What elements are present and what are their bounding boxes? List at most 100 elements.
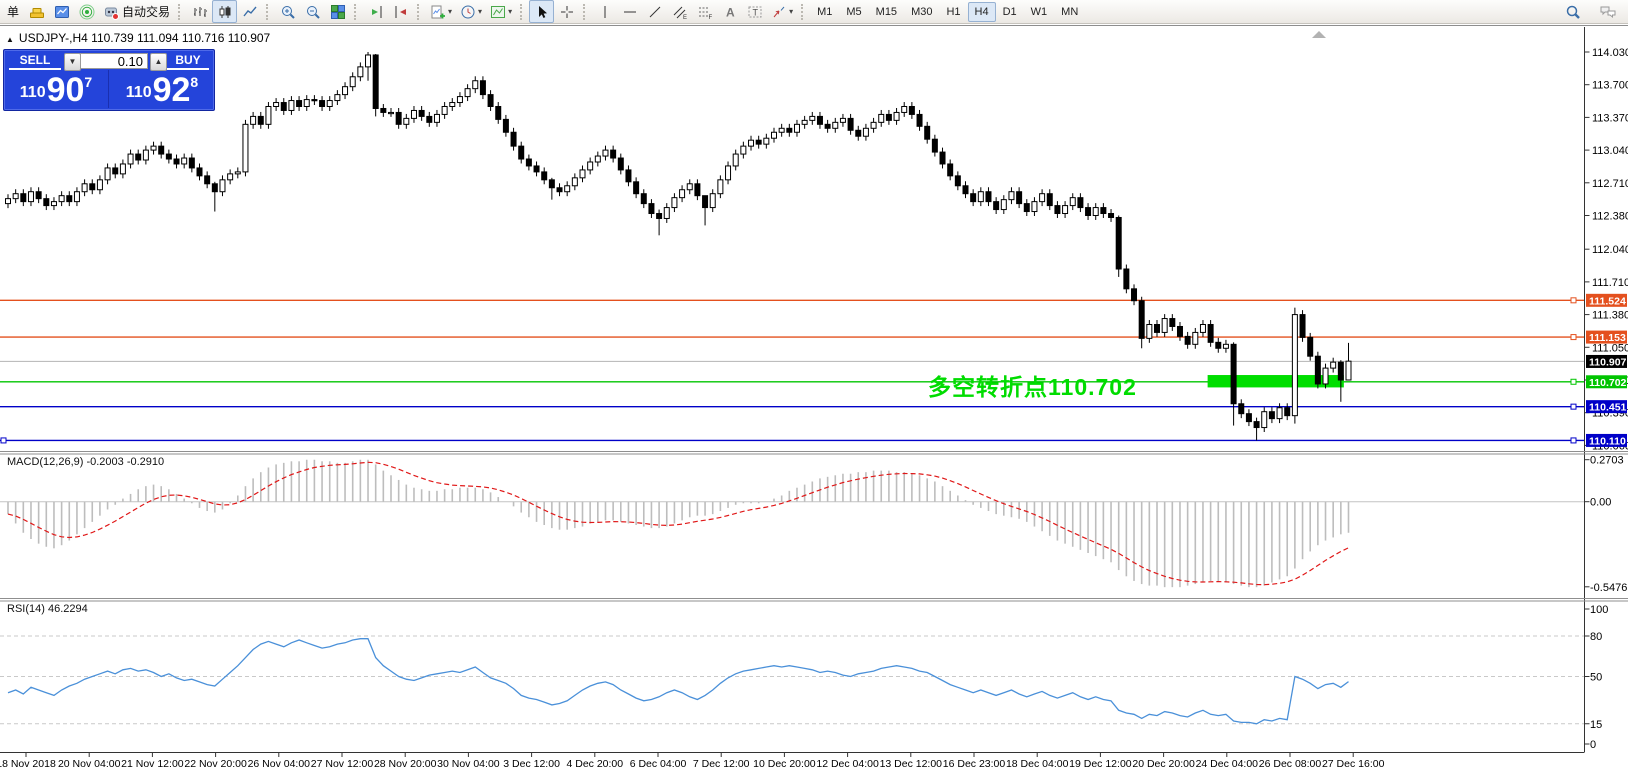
timeframe-m5[interactable]: M5: [839, 2, 868, 22]
timeframe-h4[interactable]: H4: [967, 1, 996, 22]
svg-text:15: 15: [1590, 719, 1602, 731]
svg-text:18 Dec 04:00: 18 Dec 04:00: [1006, 758, 1069, 770]
buy-price-big: 92: [152, 71, 191, 110]
zoom-out-icon[interactable]: [300, 0, 325, 23]
sell-price-prefix: 110: [19, 84, 46, 101]
toolbar-separator: [178, 3, 183, 20]
periods-button[interactable]: ▾: [456, 0, 486, 23]
new-chart-button[interactable]: ▾: [426, 0, 456, 23]
timeframe-h1[interactable]: H1: [939, 2, 967, 22]
macd-signal-line: [7, 461, 1349, 586]
new-order-button[interactable]: 单: [2, 0, 24, 23]
timeframe-m30[interactable]: M30: [904, 2, 939, 22]
rsi-indicator-label: RSI(14) 46.2294: [7, 603, 88, 615]
svg-text:0: 0: [1590, 739, 1596, 751]
candlestick-chart-icon[interactable]: [212, 0, 238, 23]
chart-shift-icon[interactable]: [388, 0, 413, 23]
rsi-line: [7, 638, 1349, 725]
svg-text:19 Dec 12:00: 19 Dec 12:00: [1069, 758, 1132, 770]
toolbar-separator: [354, 3, 359, 20]
chart-canvas[interactable]: 114.030 113.700 113.370 113.040 112.710 112.3…: [0, 26, 1628, 772]
svg-text:7 Dec 12:00: 7 Dec 12:00: [693, 758, 750, 770]
auto-scroll-icon[interactable]: [363, 0, 388, 23]
buy-price[interactable]: 110 92 8: [110, 70, 214, 108]
autotrade-label: 自动交易: [122, 5, 171, 19]
equidistant-channel-icon[interactable]: E: [667, 0, 692, 23]
search-icon[interactable]: [1560, 0, 1585, 23]
svg-text:114.030: 114.030: [1592, 47, 1628, 59]
line-chart-icon[interactable]: [237, 0, 262, 23]
svg-text:112.040: 112.040: [1592, 244, 1628, 256]
svg-text:50: 50: [1590, 672, 1602, 684]
svg-text:-0.5476: -0.5476: [1590, 582, 1627, 594]
dropdown-caret-icon: ▾: [478, 7, 483, 16]
collapse-panel-icon[interactable]: ▲: [6, 35, 14, 44]
toolbar-separator: [583, 3, 588, 20]
sell-price[interactable]: 110 90 7: [4, 70, 109, 108]
bar-chart-icon[interactable]: [187, 0, 212, 23]
svg-text:A: A: [726, 5, 735, 19]
sell-price-sup: 7: [84, 74, 93, 90]
timeframe-w1[interactable]: W1: [1024, 2, 1055, 22]
volume-input[interactable]: [80, 53, 148, 69]
buy-price-prefix: 110: [125, 84, 152, 101]
sell-button[interactable]: SELL: [9, 53, 61, 70]
text-icon[interactable]: A: [717, 0, 742, 23]
autotrade-robot-icon: [105, 7, 120, 20]
svg-text:28 Nov 20:00: 28 Nov 20:00: [374, 758, 437, 770]
svg-text:18 Nov 2018: 18 Nov 2018: [0, 758, 56, 770]
chart-annotation-text[interactable]: 多空转折点110.702: [928, 368, 1137, 402]
volume-up-button[interactable]: ▲: [150, 53, 167, 71]
buy-button[interactable]: BUY: [167, 53, 209, 70]
svg-text:113.040: 113.040: [1592, 145, 1628, 157]
scroll-to-end-marker[interactable]: [1312, 31, 1326, 38]
timeframe-m15[interactable]: M15: [869, 2, 904, 22]
crosshair-icon[interactable]: [554, 0, 579, 23]
trendline-icon[interactable]: [642, 0, 667, 23]
tile-windows-icon[interactable]: [325, 0, 350, 23]
svg-text:112.380: 112.380: [1592, 210, 1628, 222]
chart-title: ▲ USDJPY-,H4 110.739 111.094 110.716 110.…: [6, 31, 270, 45]
toolbar: 单 自动交易 ▾ ▾ ▾ E F A T ▾ M1 M5 M15 M30 H1 H4 D1 W…: [0, 0, 1628, 24]
svg-text:20 Nov 04:00: 20 Nov 04:00: [58, 758, 121, 770]
svg-text:4 Dec 20:00: 4 Dec 20:00: [566, 758, 623, 770]
cursor-icon[interactable]: [529, 0, 555, 23]
templates-button[interactable]: ▾: [486, 0, 516, 23]
signal-broadcast-icon[interactable]: [74, 0, 99, 23]
timeframe-d1[interactable]: D1: [996, 2, 1024, 22]
svg-text:27 Dec 16:00: 27 Dec 16:00: [1322, 758, 1385, 770]
zoom-in-icon[interactable]: [275, 0, 300, 23]
svg-text:27 Nov 12:00: 27 Nov 12:00: [311, 758, 374, 770]
macd-indicator-label: MACD(12,26,9) -0.2003 -0.2910: [7, 456, 165, 468]
volume-down-button[interactable]: ▼: [64, 53, 81, 71]
svg-text:T: T: [752, 7, 758, 17]
svg-text:26 Dec 08:00: 26 Dec 08:00: [1259, 758, 1322, 770]
gold-bars-icon[interactable]: [24, 0, 49, 23]
chat-icon[interactable]: [1595, 0, 1620, 23]
text-label-icon[interactable]: T: [742, 0, 767, 23]
timeframe-m1[interactable]: M1: [810, 2, 839, 22]
vertical-line-icon[interactable]: [592, 0, 617, 23]
toolbar-separator: [266, 3, 271, 20]
svg-text:111.710: 111.710: [1592, 277, 1628, 289]
fibonacci-icon[interactable]: F: [692, 0, 717, 23]
svg-text:30 Nov 04:00: 30 Nov 04:00: [437, 758, 500, 770]
svg-text:110.702: 110.702: [1589, 377, 1627, 389]
svg-text:E: E: [683, 15, 687, 20]
svg-text:113.700: 113.700: [1592, 80, 1628, 92]
svg-text:111.380: 111.380: [1592, 310, 1628, 322]
svg-text:24 Dec 04:00: 24 Dec 04:00: [1196, 758, 1259, 770]
svg-text:0.00: 0.00: [1590, 497, 1611, 509]
svg-text:100: 100: [1590, 604, 1608, 616]
svg-text:110.451: 110.451: [1589, 402, 1627, 414]
svg-text:20 Dec 20:00: 20 Dec 20:00: [1132, 758, 1195, 770]
svg-text:112.710: 112.710: [1592, 178, 1628, 190]
arrows-icon[interactable]: ▾: [767, 0, 797, 23]
timeframe-mn[interactable]: MN: [1054, 2, 1085, 22]
autotrade-button[interactable]: 自动交易: [99, 0, 174, 23]
horizontal-line-icon[interactable]: [617, 0, 642, 23]
buy-price-sup: 8: [190, 74, 199, 90]
svg-text:110.110: 110.110: [1589, 435, 1626, 447]
chart-window-icon[interactable]: [49, 0, 74, 23]
dropdown-caret-icon: ▾: [448, 7, 453, 16]
